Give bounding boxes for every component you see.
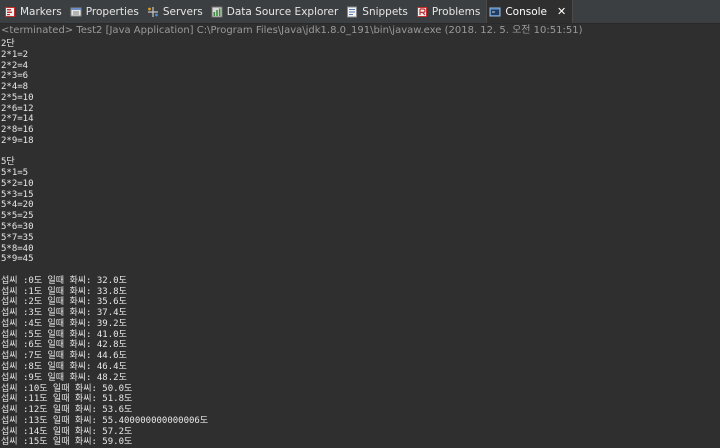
close-icon[interactable]: ✕ bbox=[557, 6, 566, 17]
console-line: 섭씨 :3도 일때 화씨: 37.4도 bbox=[1, 308, 127, 319]
tab-servers[interactable]: Servers bbox=[145, 0, 209, 23]
tab-label: Data Source Explorer bbox=[226, 5, 339, 18]
console-line: 2*6=12 bbox=[1, 103, 34, 114]
data-source-icon bbox=[211, 6, 223, 18]
tab-label: Servers bbox=[162, 5, 203, 18]
markers-icon bbox=[4, 6, 16, 18]
console-line: 5*1=5 bbox=[1, 168, 29, 179]
console-line: 섭씨 :13도 일때 화씨: 55.400000000000006도 bbox=[1, 415, 209, 426]
console-line: 섭씨 :8도 일때 화씨: 46.4도 bbox=[1, 361, 127, 372]
tab-label: Snippets bbox=[362, 5, 408, 18]
console-line: 섭씨 :2도 일때 화씨: 35.6도 bbox=[1, 297, 127, 308]
console-output[interactable]: 2단 2*1=2 2*2=4 2*3=6 2*4=8 2*5=10 2*6=12 2*7=14… bbox=[0, 38, 720, 448]
tab-label: Console bbox=[505, 5, 547, 18]
tab-snippets[interactable]: Snippets bbox=[344, 0, 414, 23]
console-line: 2*7=14 bbox=[1, 114, 34, 125]
console-line: 5*8=40 bbox=[1, 243, 34, 254]
console-line: 섭씨 :14도 일때 화씨: 57.2도 bbox=[1, 426, 133, 437]
console-icon bbox=[489, 6, 501, 18]
console-line: 섭씨 :10도 일때 화씨: 50.0도 bbox=[1, 383, 133, 394]
console-line: 5*5=25 bbox=[1, 211, 34, 222]
console-line: 5*4=20 bbox=[1, 200, 34, 211]
tab-console[interactable]: Console ✕ bbox=[486, 0, 574, 23]
servers-icon bbox=[147, 6, 159, 18]
console-line: 섭씨 :9도 일때 화씨: 48.2도 bbox=[1, 372, 127, 383]
console-line: 섭씨 :11도 일때 화씨: 51.8도 bbox=[1, 394, 133, 405]
console-line: 5*3=15 bbox=[1, 189, 34, 200]
console-line: 2*3=6 bbox=[1, 71, 29, 82]
console-line: 2*2=4 bbox=[1, 60, 29, 71]
tab-problems[interactable]: Problems bbox=[414, 0, 486, 23]
console-line: 5*9=45 bbox=[1, 254, 34, 265]
problems-icon bbox=[416, 6, 428, 18]
view-tab-bar: Markers Properties Servers Data Source E… bbox=[0, 0, 720, 24]
console-line: 섭씨 :6도 일때 화씨: 42.8도 bbox=[1, 340, 127, 351]
console-line: 섭씨 :12도 일때 화씨: 53.6도 bbox=[1, 405, 133, 416]
console-line: 섭씨 :4도 일때 화씨: 39.2도 bbox=[1, 318, 127, 329]
eclipse-console-view: Markers Properties Servers Data Source E… bbox=[0, 0, 720, 448]
console-line: 5*7=35 bbox=[1, 232, 34, 243]
console-line: 2*8=16 bbox=[1, 125, 34, 136]
console-line: 5*6=30 bbox=[1, 222, 34, 233]
console-line: 2단 bbox=[1, 39, 15, 49]
console-line: 섭씨 :0도 일때 화씨: 32.0도 bbox=[1, 275, 127, 286]
console-line: 섭씨 :7도 일때 화씨: 44.6도 bbox=[1, 351, 127, 362]
console-line: 5*2=10 bbox=[1, 178, 34, 189]
console-line: 섭씨 :5도 일때 화씨: 41.0도 bbox=[1, 329, 127, 340]
console-process-status: <terminated> Test2 [Java Application] C:… bbox=[0, 24, 720, 38]
console-line: 2*1=2 bbox=[1, 49, 29, 60]
tab-data-source-explorer[interactable]: Data Source Explorer bbox=[209, 0, 345, 23]
console-line: 2*4=8 bbox=[1, 82, 29, 93]
console-line: 2*9=18 bbox=[1, 135, 34, 146]
snippets-icon bbox=[346, 6, 358, 18]
console-line: 섭씨 :15도 일때 화씨: 59.0도 bbox=[1, 437, 133, 448]
tab-markers[interactable]: Markers bbox=[2, 0, 68, 23]
properties-icon bbox=[70, 6, 82, 18]
tab-label: Properties bbox=[85, 5, 139, 18]
console-line: 섭씨 :1도 일때 화씨: 33.8도 bbox=[1, 286, 127, 297]
tab-label: Markers bbox=[20, 5, 62, 18]
console-line: 2*5=10 bbox=[1, 92, 34, 103]
console-line: 5단 bbox=[1, 157, 15, 168]
tab-label: Problems bbox=[431, 5, 481, 18]
tab-properties[interactable]: Properties bbox=[68, 0, 145, 23]
